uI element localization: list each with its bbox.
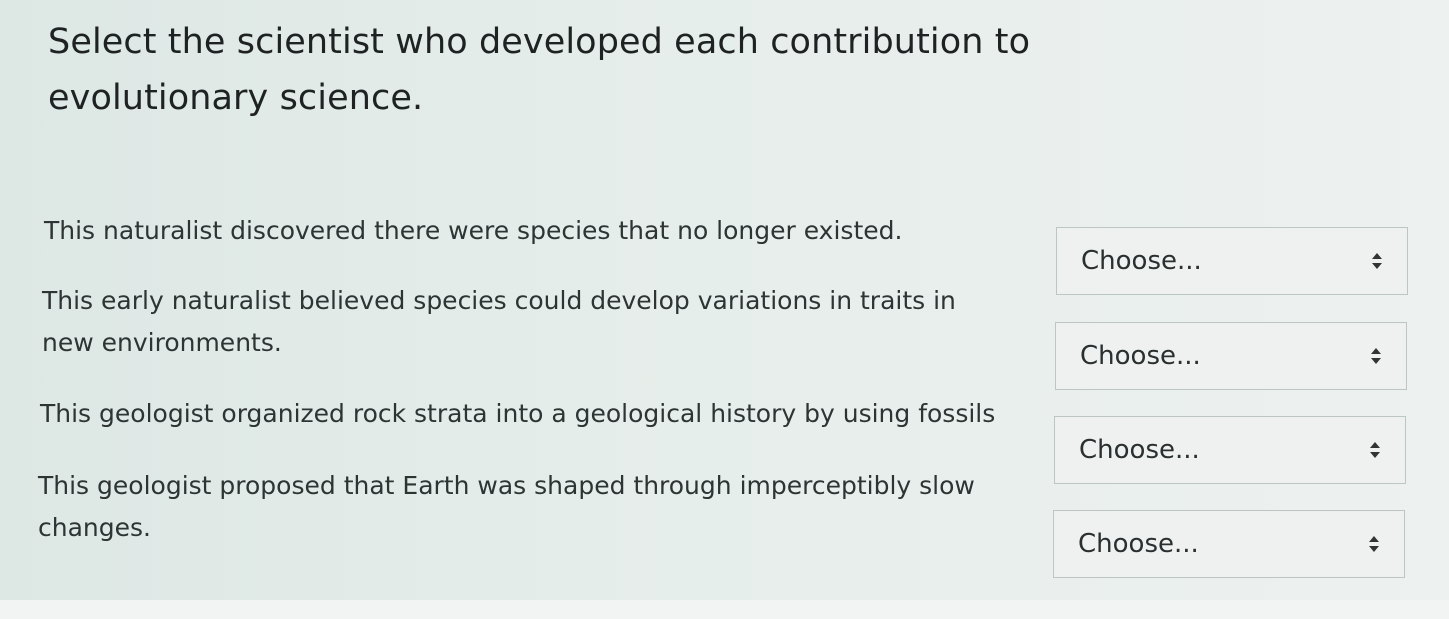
item-4-select[interactable]: Choose...	[1053, 510, 1405, 578]
item-3-text: This geologist organized rock strata int…	[40, 399, 996, 428]
sort-updown-icon	[1368, 534, 1380, 554]
item-2-select[interactable]: Choose...	[1055, 322, 1407, 390]
sort-updown-icon	[1371, 251, 1383, 271]
item-1-select-value: Choose...	[1081, 246, 1202, 276]
item-1-text: This naturalist discovered there were sp…	[44, 216, 903, 245]
item-2-select-value: Choose...	[1080, 341, 1201, 371]
item-3-select-value: Choose...	[1079, 435, 1200, 465]
question-panel: Select the scientist who developed each …	[0, 0, 1449, 601]
sort-updown-icon	[1369, 440, 1381, 460]
item-1-select[interactable]: Choose...	[1056, 227, 1408, 295]
sort-updown-icon	[1370, 346, 1382, 366]
page-footer-strip	[0, 600, 1449, 619]
item-4-text: This geologist proposed that Earth was s…	[38, 471, 975, 542]
item-3-select[interactable]: Choose...	[1054, 416, 1406, 484]
item-2-text: This early naturalist believed species c…	[42, 286, 956, 357]
question-title: Select the scientist who developed each …	[48, 22, 1031, 118]
item-4-select-value: Choose...	[1078, 529, 1199, 559]
